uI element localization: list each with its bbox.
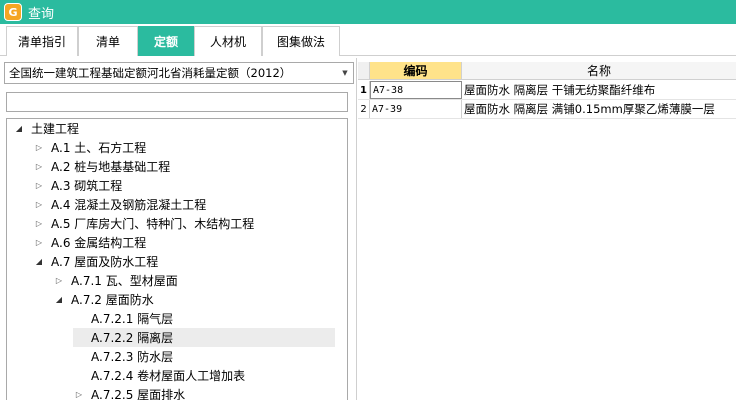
tree-expander-icon[interactable]: ▷ (33, 162, 45, 171)
chevron-down-icon[interactable]: ▼ (337, 63, 353, 83)
tree-node-label: A.7.1 瓦、型材屋面 (71, 274, 178, 288)
tree-node-label: A.7.2 屋面防水 (71, 293, 154, 307)
tree-node-label: A.7.2.2 隔离层 (91, 331, 174, 345)
tree-node[interactable]: ◢ 土建工程 (13, 119, 79, 138)
tree-node-label: A.4 混凝土及钢筋混凝土工程 (51, 198, 207, 212)
tree-node[interactable]: ▷ A.1 土、石方工程 (33, 138, 146, 157)
tab-quota[interactable]: 定额 (138, 26, 194, 56)
tree-node-label: A.5 厂库房大门、特种门、木结构工程 (51, 217, 255, 231)
tab-labor-material-machine[interactable]: 人材机 (194, 26, 262, 56)
tree-node-label: A.1 土、石方工程 (51, 141, 147, 155)
tree-expander-icon[interactable]: ▷ (33, 238, 45, 247)
tree-node[interactable]: A.7.2.1 隔气层 (73, 309, 173, 328)
tree-expander-icon[interactable]: ◢ (53, 295, 65, 304)
tree-node[interactable]: ▷ A.7.1 瓦、型材屋面 (53, 271, 178, 290)
tree-node[interactable]: ▷ A.6 金属结构工程 (33, 233, 146, 252)
grid-header: 编码 名称 (358, 62, 736, 80)
tree-node[interactable]: ▷ A.2 桩与地基基础工程 (33, 157, 170, 176)
tree-node-label: A.7.2.4 卷材屋面人工增加表 (91, 369, 246, 383)
panel-splitter[interactable] (356, 58, 357, 400)
tree-expander-icon[interactable]: ▷ (33, 143, 45, 152)
tree-expander-icon[interactable]: ◢ (33, 257, 45, 266)
app-logo-icon: G (4, 3, 22, 21)
tree-node-label: A.7.2.1 隔气层 (91, 312, 174, 326)
tree-node[interactable]: ▷ A.3 砌筑工程 (33, 176, 122, 195)
tree-expander-icon[interactable]: ▷ (33, 219, 45, 228)
tree-expander-icon[interactable]: ▷ (33, 200, 45, 209)
quota-library-select[interactable]: 全国统一建筑工程基础定额河北省消耗量定额（2012） ▼ (4, 62, 354, 84)
search-input[interactable] (6, 92, 348, 112)
title-bar: G 查询 (0, 0, 736, 24)
row-number: 1 (358, 81, 370, 99)
tree-node-label: A.7.2.3 防水层 (91, 350, 174, 364)
tree-node-label: A.7.2.5 屋面排水 (91, 388, 186, 400)
tree-node[interactable]: ▷ A.4 混凝土及钢筋混凝土工程 (33, 195, 206, 214)
row-name-cell[interactable]: 屋面防水 隔离层 满铺0.15mm厚聚乙烯薄膜一层 (462, 100, 736, 118)
table-row[interactable]: 1 A7-38 屋面防水 隔离层 干铺无纺聚酯纤维布 (358, 81, 736, 100)
quota-grid: 编码 名称 1 A7-38 屋面防水 隔离层 干铺无纺聚酯纤维布 2 A7-39… (358, 58, 736, 400)
tree-node-label: A.2 桩与地基基础工程 (51, 160, 171, 174)
row-code-cell[interactable]: A7-38 (370, 81, 462, 99)
column-header-code[interactable]: 编码 (370, 62, 462, 80)
tree-expander-icon[interactable]: ◢ (13, 124, 25, 133)
tree-node-selected[interactable]: A.7.2.2 隔离层 (73, 328, 335, 347)
tree-expander-icon[interactable]: ▷ (73, 390, 85, 399)
tree-expander-icon[interactable]: ▷ (33, 181, 45, 190)
tab-bill[interactable]: 清单 (78, 26, 138, 56)
tree-node-label: 土建工程 (31, 122, 80, 136)
chapter-tree: ◢ 土建工程 ▷ A.1 土、石方工程 ▷ A.2 桩与地基基础工程 ▷ A.3… (6, 118, 348, 400)
quota-library-value: 全国统一建筑工程基础定额河北省消耗量定额（2012） (9, 66, 292, 80)
tree-expander-icon[interactable]: ▷ (53, 276, 65, 285)
tree-node[interactable]: A.7.2.4 卷材屋面人工增加表 (73, 366, 245, 385)
row-name-cell[interactable]: 屋面防水 隔离层 干铺无纺聚酯纤维布 (462, 81, 736, 99)
tab-atlas-method[interactable]: 图集做法 (262, 26, 340, 56)
tree-node[interactable]: A.7.2.3 防水层 (73, 347, 173, 366)
tab-bar: 清单指引 清单 定额 人材机 图集做法 (0, 24, 736, 56)
tree-node[interactable]: ▷ A.5 厂库房大门、特种门、木结构工程 (33, 214, 254, 233)
tree-node[interactable]: ◢ A.7 屋面及防水工程 (33, 252, 158, 271)
grid-corner (358, 62, 370, 80)
left-panel: 全国统一建筑工程基础定额河北省消耗量定额（2012） ▼ ◢ 土建工程 ▷ A.… (0, 58, 356, 400)
row-number: 2 (358, 100, 370, 118)
tree-node-label: A.7 屋面及防水工程 (51, 255, 159, 269)
tree-node[interactable]: ◢ A.7.2 屋面防水 (53, 290, 154, 309)
window-title: 查询 (28, 6, 55, 22)
table-row[interactable]: 2 A7-39 屋面防水 隔离层 满铺0.15mm厚聚乙烯薄膜一层 (358, 100, 736, 119)
tab-bill-guide[interactable]: 清单指引 (6, 26, 78, 56)
column-header-name[interactable]: 名称 (462, 62, 736, 80)
row-code-cell[interactable]: A7-39 (370, 100, 462, 118)
tree-node-label: A.3 砌筑工程 (51, 179, 123, 193)
tree-node[interactable]: ▷ A.7.2.5 屋面排水 (73, 385, 185, 400)
tree-node-label: A.6 金属结构工程 (51, 236, 147, 250)
